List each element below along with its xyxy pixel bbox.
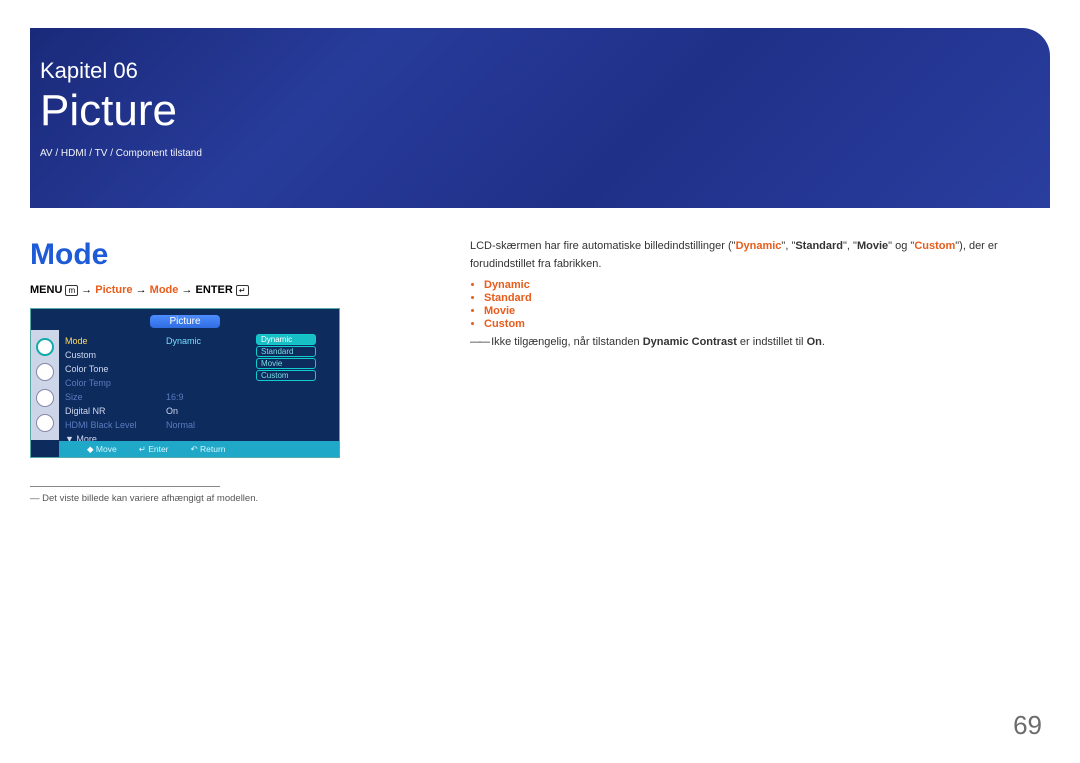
osd-foot-return: Return: [200, 444, 226, 454]
osd-item-colortemp: Color Temp: [65, 376, 158, 390]
bullet-custom: Custom: [484, 318, 1050, 330]
mode-bullet-list: Dynamic Standard Movie Custom: [484, 279, 1050, 330]
footnote-rule: [30, 486, 220, 487]
chapter-label: Kapitel 06: [40, 58, 1050, 84]
osd-footer: ◆ Move ↵ Enter ↶ Return: [59, 441, 339, 457]
path-picture: Picture: [95, 284, 132, 296]
osd-cat-icon-sound: [36, 363, 54, 381]
osd-val-mode: Dynamic: [166, 334, 252, 348]
path-enter: ENTER: [196, 284, 233, 296]
osd-opt-standard: Standard: [256, 346, 316, 357]
osd-foot-move: Move: [96, 444, 117, 454]
description-paragraph: LCD-skærmen har fire automatiske billedi…: [470, 238, 1050, 273]
enter-foot-icon: ↵: [139, 444, 148, 454]
osd-item-size: Size: [65, 390, 158, 404]
chapter-header: Kapitel 06 Picture AV / HDMI / TV / Comp…: [30, 28, 1050, 208]
osd-item-colortone: Color Tone: [65, 362, 158, 376]
menu-path: MENU m → Picture → Mode → ENTER ↵: [30, 284, 430, 296]
osd-item-custom: Custom: [65, 348, 158, 362]
osd-val-hdmiblack: Normal: [166, 418, 252, 432]
osd-icon-column: [31, 330, 59, 440]
osd-screenshot: Picture Mode Custom Color Tone Color Tem…: [30, 308, 340, 458]
source-mode-line: AV / HDMI / TV / Component tilstand: [40, 148, 1050, 159]
osd-cat-icon-setup: [36, 389, 54, 407]
path-menu: MENU: [30, 284, 62, 296]
osd-cat-icon-picture: [36, 338, 54, 356]
section-heading-mode: Mode: [30, 238, 430, 272]
availability-note: ―― Ikke tilgængelig, når tilstanden Dyna…: [470, 336, 1050, 348]
path-mode: Mode: [150, 284, 179, 296]
osd-cat-icon-multi: [36, 414, 54, 432]
menu-icon: m: [65, 285, 78, 296]
osd-item-digitalnr: Digital NR: [65, 404, 158, 418]
osd-item-mode: Mode: [65, 334, 158, 348]
osd-val-size: 16:9: [166, 390, 252, 404]
osd-opt-dynamic: Dynamic: [256, 334, 316, 345]
osd-title: Picture: [150, 315, 220, 328]
osd-menu-labels: Mode Custom Color Tone Color Temp Size D…: [59, 330, 164, 440]
osd-item-hdmiblack: HDMI Black Level: [65, 418, 158, 432]
enter-icon: ↵: [236, 285, 249, 296]
return-icon: ↶: [191, 444, 200, 454]
chapter-title: Picture: [40, 86, 1050, 136]
bullet-movie: Movie: [484, 305, 1050, 317]
bullet-standard: Standard: [484, 292, 1050, 304]
page-number: 69: [1013, 710, 1042, 741]
osd-opt-custom: Custom: [256, 370, 316, 381]
osd-options-popup: Dynamic Standard Movie Custom: [254, 330, 339, 440]
osd-val-digitalnr: On: [166, 404, 252, 418]
osd-value-column: Dynamic 16:9 On Normal: [164, 330, 254, 440]
footnote: ― Det viste billede kan variere afhængig…: [30, 493, 430, 504]
bullet-dynamic: Dynamic: [484, 279, 1050, 291]
diamond-icon: ◆: [87, 444, 96, 454]
osd-foot-enter: Enter: [148, 444, 168, 454]
osd-opt-movie: Movie: [256, 358, 316, 369]
